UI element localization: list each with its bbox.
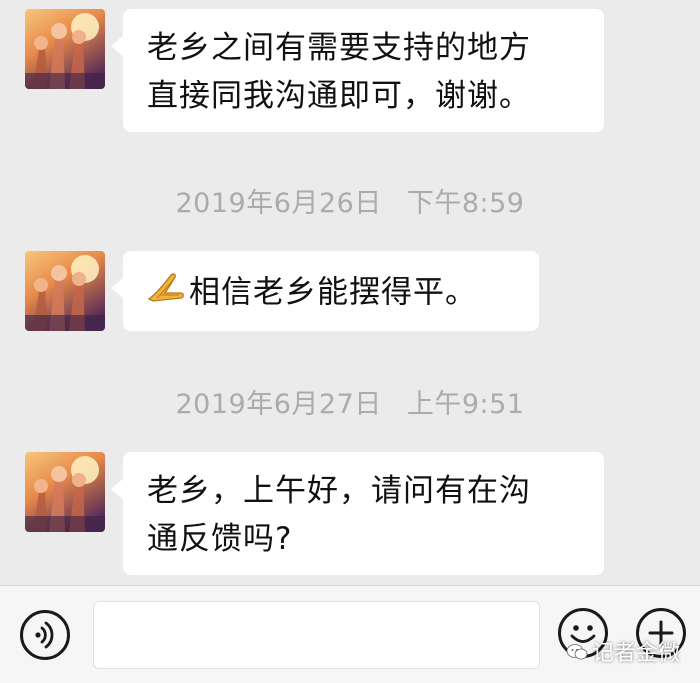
avatar[interactable]	[25, 452, 105, 532]
watermark-text: 记者金微	[591, 641, 680, 666]
input-bar: 记者金微	[0, 585, 700, 683]
timestamp: 2019年6月26日 下午8:59	[0, 181, 700, 220]
wechat-logo-icon	[566, 642, 588, 660]
voice-icon[interactable]	[20, 610, 70, 660]
timestamp: 2019年6月27日 上午9:51	[0, 382, 700, 421]
message-text-line: 老乡之间有需要支持的地方	[147, 30, 531, 66]
timestamp-time: 下午8:59	[406, 188, 525, 219]
message-input[interactable]	[93, 601, 540, 669]
message-text-line: 通反馈吗?	[147, 521, 293, 557]
message-bubble[interactable]: 相信老乡能摆得平。	[111, 251, 539, 331]
timestamp-date: 2019年6月26日	[175, 188, 382, 219]
watermark: 记者金微	[566, 635, 680, 667]
message-text-line: 相信老乡能摆得平。	[189, 274, 477, 311]
message-text-line: 老乡，上午好，请问有在沟	[147, 473, 531, 509]
message-bubble[interactable]: 老乡，上午好，请问有在沟 通反馈吗?	[111, 452, 604, 575]
avatar[interactable]	[25, 251, 105, 331]
message-text-line: 直接同我沟通即可，谢谢。	[147, 78, 531, 114]
folded-hands-emoji-icon	[147, 269, 185, 317]
chat-area[interactable]: 老乡之间有需要支持的地方 直接同我沟通即可，谢谢。 2019年6月26日 下午8…	[0, 0, 700, 585]
message-bubble[interactable]: 老乡之间有需要支持的地方 直接同我沟通即可，谢谢。	[111, 9, 604, 132]
timestamp-date: 2019年6月27日	[175, 389, 382, 420]
avatar[interactable]	[25, 9, 105, 89]
timestamp-time: 上午9:51	[406, 389, 525, 420]
